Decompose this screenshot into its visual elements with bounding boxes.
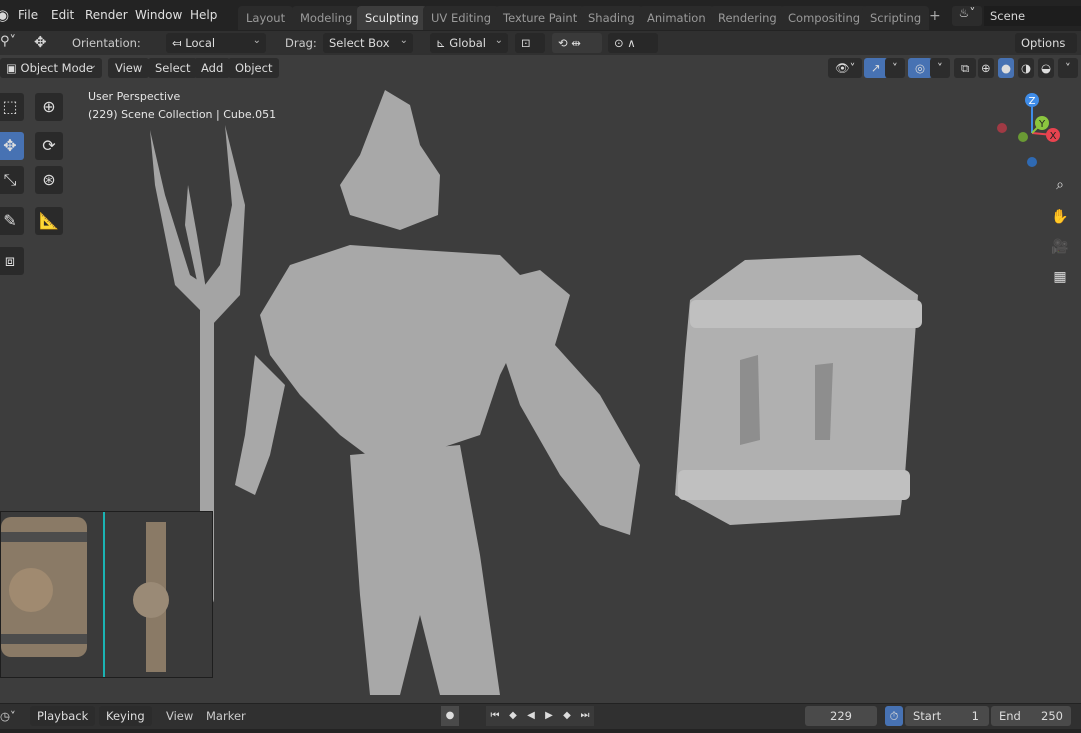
top-bar: ◉ File Edit Render Window Help Layout Mo…	[0, 0, 1081, 31]
status-bar	[0, 729, 1081, 733]
play-icon[interactable]: ▶	[540, 706, 558, 726]
tab-scripting[interactable]: Scripting	[862, 6, 930, 30]
play-reverse-icon[interactable]: ◀	[522, 706, 540, 726]
drag-dropdown[interactable]: Select Box ⌄	[323, 33, 413, 53]
chevron-down-icon: ⌄	[494, 35, 503, 46]
shield-reference-image	[1, 512, 169, 677]
3d-viewport[interactable]: ▣ Object Mode ⌄ View Select Add Object 👁˅…	[0, 55, 1081, 703]
tab-sculpting[interactable]: Sculpting	[357, 6, 427, 30]
orientation-dropdown[interactable]: ⤆ Local ⌄	[166, 33, 266, 53]
current-frame-field[interactable]: 229	[805, 706, 877, 726]
gladiator-model	[235, 90, 640, 695]
chevron-down-icon: ⌄	[399, 35, 408, 46]
menu-help[interactable]: Help	[190, 8, 217, 22]
menu-edit[interactable]: Edit	[51, 8, 74, 22]
orientation-icon: ⤆	[172, 36, 186, 50]
timeline-header: ◷˅ Playback Keying View Marker ● ⏮ ◆ ◀ ▶…	[0, 703, 1081, 729]
snap-icon[interactable]: ⟲ ⇹	[552, 33, 602, 53]
orientation-label: Orientation:	[72, 36, 141, 50]
reference-image[interactable]	[0, 511, 213, 678]
prev-keyframe-icon[interactable]: ◆	[504, 706, 522, 726]
tab-layout[interactable]: Layout	[238, 6, 294, 30]
auto-keying-icon[interactable]: ●	[441, 706, 459, 726]
end-value: 250	[1041, 709, 1063, 723]
move-tool-icon: ✥	[34, 33, 47, 51]
transform-orientation-dropdown[interactable]: ⊾ Global ⌄	[430, 33, 508, 53]
tool-icon[interactable]: ⚲˅	[0, 34, 16, 49]
shield-model	[675, 255, 922, 525]
tab-animation[interactable]: Animation	[639, 6, 714, 30]
menu-window[interactable]: Window	[135, 8, 182, 22]
editor-type-icon[interactable]: ◷˅	[0, 709, 16, 723]
menu-playback[interactable]: Playback	[30, 706, 96, 726]
menu-render[interactable]: Render	[85, 8, 128, 22]
pivot-point-icon[interactable]: ⊡	[515, 33, 545, 53]
chevron-down-icon: ⌄	[252, 35, 261, 46]
scene-selector-icon[interactable]: ♨˅	[952, 6, 982, 26]
end-frame-field[interactable]: End 250	[991, 706, 1071, 726]
tab-uv-editing[interactable]: UV Editing	[423, 6, 499, 30]
menu-marker[interactable]: Marker	[206, 709, 246, 723]
options-dropdown[interactable]: Options	[1015, 33, 1077, 53]
jump-end-icon[interactable]: ⏭	[576, 706, 594, 726]
orientation-value: Local	[185, 36, 216, 50]
transform-orientation-value: Global	[449, 36, 486, 50]
next-keyframe-icon[interactable]: ◆	[558, 706, 576, 726]
preview-range-icon[interactable]: ⏱	[885, 706, 903, 726]
tab-modeling[interactable]: Modeling	[292, 6, 361, 30]
menu-keying[interactable]: Keying	[99, 706, 152, 726]
menu-view[interactable]: View	[166, 709, 193, 723]
tab-rendering[interactable]: Rendering	[710, 6, 785, 30]
blender-logo-icon[interactable]: ◉	[0, 6, 9, 24]
tab-texture-paint[interactable]: Texture Paint	[495, 6, 586, 30]
tab-compositing[interactable]: Compositing	[780, 6, 869, 30]
jump-start-icon[interactable]: ⏮	[486, 706, 504, 726]
add-workspace-button[interactable]: +	[929, 8, 941, 24]
tool-settings-header: ⚲˅ ✥ Orientation: ⤆ Local ⌄ Drag: Select …	[0, 31, 1081, 55]
drag-label: Drag:	[285, 36, 317, 50]
end-label: End	[999, 709, 1021, 723]
menu-file[interactable]: File	[18, 8, 38, 22]
start-frame-field[interactable]: Start 1	[905, 706, 989, 726]
proportional-editing-icon[interactable]: ⊙ ∧	[608, 33, 658, 53]
options-label: Options	[1021, 36, 1066, 50]
start-value: 1	[971, 709, 979, 723]
drag-value: Select Box	[329, 36, 390, 50]
axes-icon: ⊾	[436, 36, 450, 50]
start-label: Start	[913, 709, 942, 723]
tab-shading[interactable]: Shading	[580, 6, 643, 30]
scene-name-field[interactable]: Scene	[984, 6, 1081, 26]
